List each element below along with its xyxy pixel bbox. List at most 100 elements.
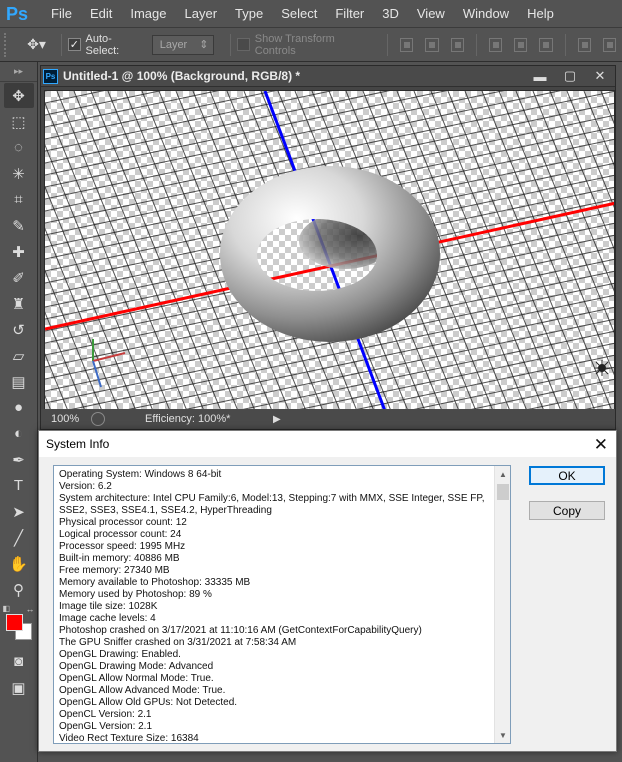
menu-layer[interactable]: Layer	[176, 0, 227, 28]
clone-stamp-icon[interactable]: ♜	[4, 291, 34, 316]
align-right-icon[interactable]	[539, 37, 553, 52]
marquee-tool-icon[interactable]: ⬚	[4, 109, 34, 134]
blur-tool-icon[interactable]: ●	[4, 395, 34, 420]
align-top-icon[interactable]	[400, 37, 414, 52]
swap-colors-icon[interactable]: ↔	[26, 604, 35, 614]
document-canvas[interactable]	[44, 90, 615, 410]
tools-panel-collapse[interactable]: ▸▸	[0, 62, 37, 82]
distribute-top-icon[interactable]	[577, 37, 591, 52]
auto-select-checkbox[interactable]: ✓	[68, 38, 81, 51]
system-info-line: Memory available to Photoshop: 33335 MB	[59, 577, 251, 588]
close-icon[interactable]: ✕	[594, 436, 608, 453]
system-info-line: Operating System: Windows 8 64-bit	[59, 469, 222, 480]
eraser-icon[interactable]: ▱	[4, 343, 34, 368]
distribute-center-icon[interactable]	[602, 37, 617, 52]
screen-mode-icon[interactable]: ▣	[4, 675, 34, 700]
system-info-line: OpenCL Version: 2.1	[59, 709, 152, 720]
system-info-line: OpenGL Drawing Mode: Advanced	[59, 661, 214, 672]
zoom-level[interactable]: 100%	[41, 413, 91, 425]
system-info-line: OpenGL Allow Old GPUs: Not Detected.	[59, 697, 238, 708]
healing-brush-icon[interactable]: ✚	[4, 239, 34, 264]
align-bottom-icon[interactable]	[450, 37, 464, 52]
menu-file[interactable]: File	[42, 0, 81, 28]
document-ps-icon: Ps	[43, 68, 58, 84]
chevron-updown-icon: ⇕	[199, 39, 209, 51]
divider	[564, 33, 566, 56]
status-menu-arrow-icon[interactable]: ▶	[273, 414, 281, 425]
document-titlebar[interactable]: Ps Untitled-1 @ 100% (Background, RGB/8)…	[41, 66, 615, 87]
auto-select-target-value: Layer	[159, 38, 188, 51]
system-info-line: Logical processor count: 24	[59, 529, 182, 540]
type-tool-icon[interactable]: T	[4, 473, 34, 498]
menu-3d[interactable]: 3D	[373, 0, 408, 28]
divider	[230, 33, 232, 56]
menu-help[interactable]: Help	[518, 0, 563, 28]
system-info-line: Image cache levels: 4	[59, 613, 156, 624]
menu-edit[interactable]: Edit	[81, 0, 121, 28]
system-info-line: Processor speed: 1995 MHz	[59, 541, 186, 552]
default-colors-icon[interactable]: ◧	[3, 604, 11, 613]
move-tool-icon: ✥▾	[27, 36, 46, 52]
system-info-line: Memory used by Photoshop: 89 %	[59, 589, 212, 600]
system-info-text: Operating System: Windows 8 64-bit Versio…	[54, 466, 494, 743]
menu-type[interactable]: Type	[226, 0, 272, 28]
pen-tool-icon[interactable]: ✒	[4, 447, 34, 472]
auto-select-label: Auto-Select:	[85, 32, 120, 57]
scroll-up-icon[interactable]: ▲	[495, 466, 510, 482]
system-info-line: The GPU Sniffer crashed on 3/31/2021 at …	[59, 637, 297, 648]
menu-image[interactable]: Image	[121, 0, 175, 28]
document-window: Ps Untitled-1 @ 100% (Background, RGB/8)…	[40, 65, 616, 430]
close-icon[interactable]: ✕	[585, 66, 615, 86]
menu-select[interactable]: Select	[272, 0, 326, 28]
dodge-tool-icon[interactable]: ◐	[4, 421, 34, 446]
menu-view[interactable]: View	[408, 0, 454, 28]
align-left-icon[interactable]	[488, 37, 503, 52]
tool-preset-picker[interactable]: ✥▾	[18, 33, 55, 57]
system-info-line: Video Rect Texture Size: 16384	[59, 733, 199, 743]
status-info-icon[interactable]	[91, 412, 105, 426]
light-icon[interactable]	[594, 360, 610, 376]
photoshop-window: Ps File Edit Image Layer Type Select Fil…	[0, 0, 622, 762]
minimize-icon[interactable]: ▬	[525, 66, 555, 86]
align-hcenter-icon[interactable]	[514, 37, 528, 52]
options-grip[interactable]	[4, 32, 10, 57]
copy-button[interactable]: Copy	[529, 501, 605, 520]
menu-window[interactable]: Window	[454, 0, 518, 28]
menu-bar: Ps File Edit Image Layer Type Select Fil…	[0, 0, 622, 28]
path-selection-icon[interactable]: ➤	[4, 499, 34, 524]
quick-mask-icon[interactable]: ◙	[4, 649, 34, 674]
scroll-down-icon[interactable]: ▼	[495, 727, 510, 743]
system-info-dialog: System Info ✕ Operating System: Windows …	[38, 430, 617, 752]
move-tool-icon[interactable]: ✥	[3, 83, 34, 108]
show-transform-label: Show Transform Controls	[254, 32, 335, 57]
lasso-tool-icon[interactable]: ◌	[4, 135, 34, 160]
system-info-line: Physical processor count: 12	[59, 517, 187, 528]
hand-tool-icon[interactable]: ✋	[4, 551, 34, 576]
show-transform-checkbox[interactable]	[237, 38, 250, 51]
menu-filter[interactable]: Filter	[326, 0, 373, 28]
tools-panel: ▸▸ ✥ ⬚ ◌ ✳ ⌗ ✎ ✚ ✐ ♜ ↺ ▱ ▤ ● ◐ ✒ T ➤ ╱ ✋…	[0, 62, 38, 762]
divider	[387, 33, 389, 56]
system-info-textbox[interactable]: Operating System: Windows 8 64-bit Versio…	[53, 465, 511, 744]
auto-select-target-dropdown[interactable]: Layer ⇕	[151, 34, 215, 55]
ok-button[interactable]: OK	[529, 466, 605, 485]
scroll-thumb[interactable]	[497, 484, 509, 500]
dialog-titlebar[interactable]: System Info ✕	[39, 431, 616, 457]
system-info-line: Built-in memory: 40886 MB	[59, 553, 180, 564]
system-info-line: Version: 6.2	[59, 481, 112, 492]
dialog-title: System Info	[46, 437, 110, 451]
options-bar: ✥▾ ✓ Auto-Select: Layer ⇕ Show Transform…	[0, 28, 622, 62]
foreground-color-swatch[interactable]	[5, 614, 23, 631]
history-brush-icon[interactable]: ↺	[4, 317, 34, 342]
magic-wand-icon[interactable]: ✳	[4, 161, 34, 186]
document-status-bar: 100% Efficiency: 100%* ▶	[41, 409, 615, 429]
gradient-tool-icon[interactable]: ▤	[4, 369, 34, 394]
eyedropper-icon[interactable]: ✎	[4, 213, 34, 238]
vertical-scrollbar[interactable]: ▲ ▼	[494, 466, 510, 743]
line-tool-icon[interactable]: ╱	[4, 525, 34, 550]
align-vcenter-icon[interactable]	[425, 37, 439, 52]
crop-tool-icon[interactable]: ⌗	[4, 187, 34, 212]
maximize-icon[interactable]: ▢	[555, 66, 585, 86]
brush-tool-icon[interactable]: ✐	[4, 265, 34, 290]
zoom-tool-icon[interactable]: ⚲	[4, 577, 34, 602]
